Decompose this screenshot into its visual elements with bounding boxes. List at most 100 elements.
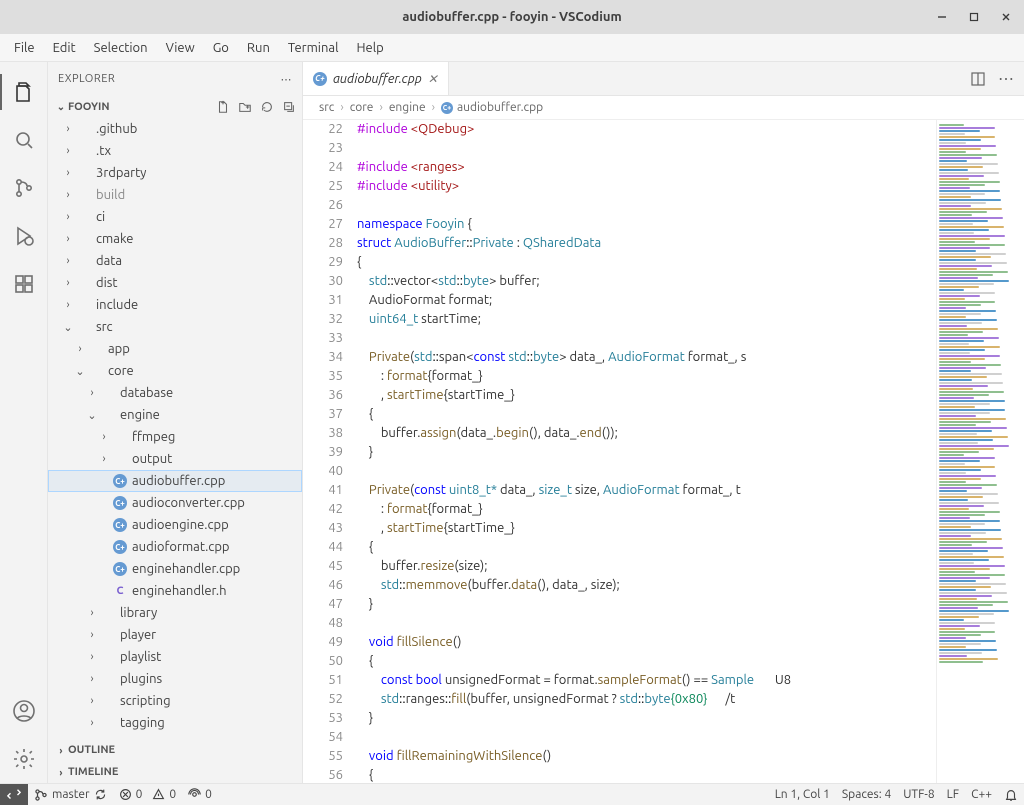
extensions-icon[interactable] [0, 260, 48, 308]
project-section-header[interactable]: ⌄ FOOYIN [48, 96, 302, 118]
settings-gear-icon[interactable] [0, 735, 48, 783]
explorer-icon[interactable] [0, 68, 48, 116]
breadcrumb-core[interactable]: core [350, 101, 374, 114]
project-actions [216, 100, 296, 114]
folder-build[interactable]: ›build [48, 184, 302, 206]
problems-indicator[interactable]: 0 0 [113, 784, 183, 805]
folder-3rdparty[interactable]: ›3rdparty [48, 162, 302, 184]
chevron-right-icon: › [432, 101, 435, 114]
tree-label: app [108, 342, 130, 356]
file-audiobuffer-cpp[interactable]: C+audiobuffer.cpp [48, 470, 302, 492]
code-editor[interactable]: 2223242526272829303132333435363738394041… [303, 120, 936, 783]
collapse-all-icon[interactable] [282, 100, 296, 114]
chevron-right-icon: › [54, 745, 68, 756]
project-name: FOOYIN [68, 101, 110, 113]
outline-section-header[interactable]: › OUTLINE [48, 739, 302, 761]
file-tree[interactable]: ›.github›.tx›3rdparty›build›ci›cmake›dat… [48, 118, 302, 739]
language-mode[interactable]: C++ [965, 784, 998, 805]
tree-label: .github [96, 122, 137, 136]
more-icon[interactable]: ⋯ [281, 73, 293, 86]
search-icon[interactable] [0, 116, 48, 164]
tree-label: audioengine.cpp [132, 518, 229, 532]
folder-library[interactable]: ›library [48, 602, 302, 624]
folder-engine[interactable]: ⌄engine [48, 404, 302, 426]
indentation[interactable]: Spaces: 4 [836, 784, 897, 805]
folder-src[interactable]: ⌄src [48, 316, 302, 338]
folder-scripting[interactable]: ›scripting [48, 690, 302, 712]
folder-player[interactable]: ›player [48, 624, 302, 646]
breadcrumb-src[interactable]: src [319, 101, 334, 114]
remote-indicator[interactable] [0, 784, 28, 805]
menu-run[interactable]: Run [239, 38, 278, 58]
eol[interactable]: LF [941, 784, 965, 805]
new-folder-icon[interactable] [238, 100, 252, 114]
run-debug-icon[interactable] [0, 212, 48, 260]
editor-tabs: C+ audiobuffer.cpp ✕ ⋯ [303, 62, 1024, 96]
file-audioformat-cpp[interactable]: C+audioformat.cpp [48, 536, 302, 558]
folder-database[interactable]: ›database [48, 382, 302, 404]
close-tab-icon[interactable]: ✕ [428, 72, 438, 86]
folder-tagging[interactable]: ›tagging [48, 712, 302, 734]
minimap[interactable] [936, 120, 1024, 783]
tree-label: output [132, 452, 172, 466]
chevron-down-icon: ⌄ [54, 101, 68, 113]
folder-include[interactable]: ›include [48, 294, 302, 316]
folder-core[interactable]: ⌄core [48, 360, 302, 382]
folder-cmake[interactable]: ›cmake [48, 228, 302, 250]
encoding[interactable]: UTF-8 [897, 784, 940, 805]
folder-playlist[interactable]: ›playlist [48, 646, 302, 668]
cpp-file-icon: C+ [112, 539, 128, 555]
folder-ffmpeg[interactable]: ›ffmpeg [48, 426, 302, 448]
refresh-icon[interactable] [260, 100, 274, 114]
breadcrumb-engine[interactable]: engine [389, 101, 426, 114]
menu-help[interactable]: Help [348, 38, 391, 58]
timeline-section-header[interactable]: › TIMELINE [48, 761, 302, 783]
file-enginehandler-cpp[interactable]: C+enginehandler.cpp [48, 558, 302, 580]
folder-app[interactable]: ›app [48, 338, 302, 360]
menu-terminal[interactable]: Terminal [280, 38, 347, 58]
file-audioconverter-cpp[interactable]: C+audioconverter.cpp [48, 492, 302, 514]
maximize-button[interactable] [962, 5, 986, 29]
file-enginehandler-h[interactable]: Cenginehandler.h [48, 580, 302, 602]
tree-label: core [108, 364, 134, 378]
chevron-right-icon: › [54, 767, 68, 778]
folder-output[interactable]: ›output [48, 448, 302, 470]
folder--github[interactable]: ›.github [48, 118, 302, 140]
code-content[interactable]: #include <QDebug>#include <ranges>#inclu… [357, 120, 936, 783]
folder-dist[interactable]: ›dist [48, 272, 302, 294]
notifications-icon[interactable] [998, 784, 1024, 805]
minimize-button[interactable] [930, 5, 954, 29]
file-audioengine-cpp[interactable]: C+audioengine.cpp [48, 514, 302, 536]
folder-ci[interactable]: ›ci [48, 206, 302, 228]
menu-edit[interactable]: Edit [45, 38, 84, 58]
menu-go[interactable]: Go [205, 38, 237, 58]
close-button[interactable] [994, 5, 1018, 29]
breadcrumb-audiobuffer-cpp[interactable]: C+audiobuffer.cpp [441, 101, 543, 114]
new-file-icon[interactable] [216, 100, 230, 114]
menu-selection[interactable]: Selection [86, 38, 156, 58]
menu-file[interactable]: File [6, 38, 43, 58]
tree-label: player [120, 628, 156, 642]
folder-data[interactable]: ›data [48, 250, 302, 272]
tree-label: engine [120, 408, 160, 422]
main-area: EXPLORER ⋯ ⌄ FOOYIN ›.github›.tx›3rdpart… [0, 62, 1024, 783]
warning-count: 0 [169, 788, 176, 801]
more-actions-icon[interactable]: ⋯ [998, 69, 1014, 88]
tab-audiobuffer[interactable]: C+ audiobuffer.cpp ✕ [303, 62, 449, 95]
folder-plugins[interactable]: ›plugins [48, 668, 302, 690]
accounts-icon[interactable] [0, 687, 48, 735]
folder--tx[interactable]: ›.tx [48, 140, 302, 162]
cursor-position[interactable]: Ln 1, Col 1 [769, 784, 836, 805]
menu-view[interactable]: View [158, 38, 203, 58]
source-control-icon[interactable] [0, 164, 48, 212]
branch-indicator[interactable]: master [28, 784, 113, 805]
ports-indicator[interactable]: 0 [182, 784, 218, 805]
breadcrumbs[interactable]: src›core›engine›C+audiobuffer.cpp [303, 96, 1024, 120]
editor-area: C+ audiobuffer.cpp ✕ ⋯ src›core›engine›C… [303, 62, 1024, 783]
error-count: 0 [136, 788, 143, 801]
split-editor-icon[interactable] [970, 71, 986, 87]
side-bar: EXPLORER ⋯ ⌄ FOOYIN ›.github›.tx›3rdpart… [48, 62, 303, 783]
cpp-file-icon: C+ [112, 561, 128, 577]
tree-label: include [96, 298, 138, 312]
tree-label: audiobuffer.cpp [132, 474, 225, 488]
